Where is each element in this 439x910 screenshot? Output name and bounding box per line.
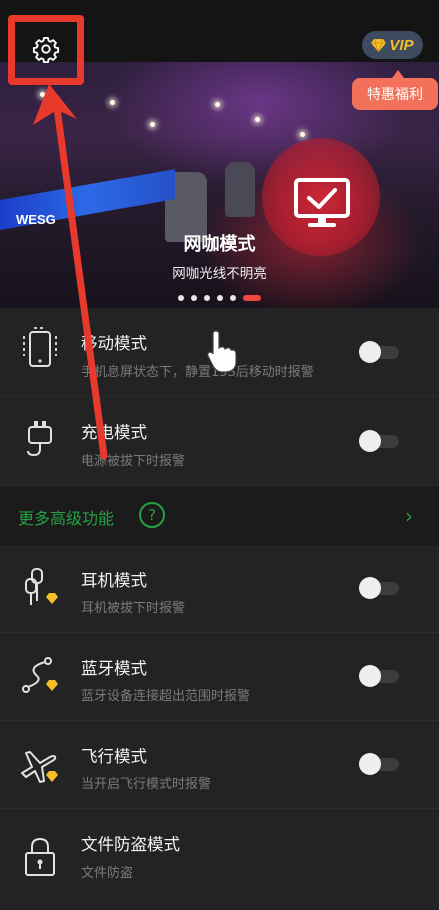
screen-text: WESG [16, 212, 56, 227]
banner-mode-title: 网咖模式 [183, 234, 256, 255]
lock-icon [25, 837, 55, 876]
mode-title-file-lock: 文件防盗模式 [81, 835, 180, 854]
page-indicator [178, 295, 261, 301]
toggle-charging[interactable] [359, 430, 399, 452]
toggle-bluetooth[interactable] [359, 665, 399, 687]
vip-button[interactable]: VIP [362, 31, 423, 59]
mode-desc-earphone: 耳机被拔下时报警 [81, 601, 186, 616]
earphone-icon [25, 568, 58, 605]
mode-title-earphone: 耳机模式 [81, 571, 147, 590]
mode-title-charging: 充电模式 [81, 423, 147, 442]
mode-row-file-lock[interactable]: 文件防盗模式 文件防盗 [0, 809, 439, 910]
mode-title-bluetooth: 蓝牙模式 [81, 659, 147, 678]
mode-desc-file-lock: 文件防盗 [81, 866, 134, 881]
gear-icon[interactable] [32, 35, 60, 63]
mode-desc-airplane: 当开启飞行模式时报警 [81, 777, 212, 792]
mode-title-motion: 移动模式 [81, 334, 147, 353]
toggle-airplane[interactable] [359, 753, 399, 775]
toggle-earphone[interactable] [359, 577, 399, 599]
monitor-check-icon [294, 178, 350, 227]
mode-desc-motion: 手机息屏状态下，静置15S后移动时报警 [81, 365, 314, 380]
page-dot[interactable] [191, 295, 197, 301]
page-dot[interactable] [230, 295, 236, 301]
page-dot[interactable] [178, 295, 184, 301]
mode-row-bluetooth[interactable]: 蓝牙模式 蓝牙设备连接超出范围时报警 [0, 633, 439, 721]
chevron-right-icon: › [405, 504, 413, 528]
mode-desc-charging: 电源被拔下时报警 [81, 454, 186, 469]
pointer-hand-icon [207, 330, 237, 373]
page-dot-active[interactable] [243, 295, 261, 301]
banner-mode-subtitle: 网咖光线不明亮 [172, 266, 267, 282]
more-features-row[interactable]: 更多高级功能 ? › [0, 486, 439, 545]
settings-highlight-box[interactable] [8, 15, 84, 85]
question-icon[interactable]: ? [139, 502, 165, 528]
airplane-icon [21, 751, 58, 783]
mode-title-airplane: 飞行模式 [81, 747, 147, 766]
toggle-motion[interactable] [359, 341, 399, 363]
page-dot[interactable] [204, 295, 210, 301]
phone-motion-icon [23, 327, 57, 367]
more-features-label: 更多高级功能 [18, 509, 115, 528]
mode-row-airplane[interactable]: 飞行模式 当开启飞行模式时报警 [0, 721, 439, 809]
promo-badge[interactable]: 特惠福利 [352, 70, 438, 110]
diamond-icon [371, 38, 387, 52]
bluetooth-route-icon [22, 657, 58, 693]
vip-label: VIP [389, 36, 414, 54]
page-dot[interactable] [217, 295, 223, 301]
charger-plug-icon [27, 421, 52, 457]
mode-row-charging[interactable]: 充电模式 电源被拔下时报警 [0, 397, 439, 486]
mode-row-earphone[interactable]: 耳机模式 耳机被拔下时报警 [0, 545, 439, 633]
mode-desc-bluetooth: 蓝牙设备连接超出范围时报警 [81, 689, 251, 704]
